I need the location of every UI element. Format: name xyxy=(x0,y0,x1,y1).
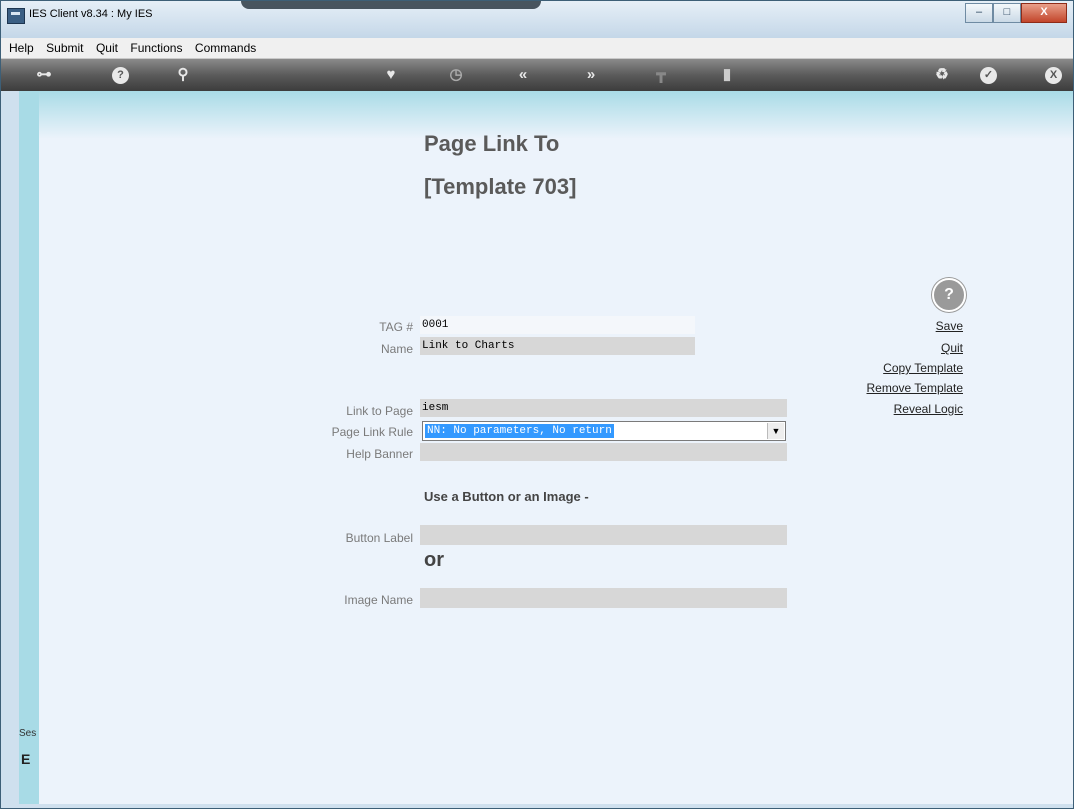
link-to-page-field[interactable]: iesm xyxy=(420,399,787,417)
minimize-button[interactable]: – xyxy=(965,3,993,23)
page-title: Page Link To xyxy=(424,131,560,156)
title-glare xyxy=(241,1,541,9)
use-button-or-image-text: Use a Button or an Image - xyxy=(424,489,589,504)
page-subtitle: [Template 703] xyxy=(424,174,577,199)
check-icon[interactable]: ✓ xyxy=(980,67,997,84)
tag-label: TAG # xyxy=(379,320,413,334)
maximize-button[interactable]: □ xyxy=(993,3,1021,23)
toolbar: ⊶ ? ⚲ ♥ ◷ « » ┳ ▮ ♻ ✓ X xyxy=(1,59,1073,91)
page-link-rule-select[interactable]: NN: No parameters, No return ▼ xyxy=(422,421,786,441)
or-text: or xyxy=(424,549,444,571)
menu-commands[interactable]: Commands xyxy=(195,41,256,55)
title-bar: IES Client v8.34 : My IES – □ X xyxy=(1,1,1073,38)
name-field[interactable]: Link to Charts xyxy=(420,337,695,355)
tag-field[interactable]: 0001 xyxy=(420,316,695,334)
recycle-icon[interactable]: ♻ xyxy=(931,66,953,84)
menu-bar: Help Submit Quit Functions Commands xyxy=(1,38,1073,59)
copy-template-link[interactable]: Copy Template xyxy=(883,361,963,375)
quit-link[interactable]: Quit xyxy=(941,341,963,355)
menu-help[interactable]: Help xyxy=(9,41,34,55)
reveal-logic-link[interactable]: Reveal Logic xyxy=(894,402,963,416)
page-link-rule-value: NN: No parameters, No return xyxy=(425,424,614,438)
session-tab[interactable]: Ses xyxy=(19,728,36,739)
button-label-label: Button Label xyxy=(345,531,413,545)
menu-quit[interactable]: Quit xyxy=(96,41,118,55)
button-label-field[interactable] xyxy=(420,525,787,545)
app-icon xyxy=(7,8,25,24)
window-title: IES Client v8.34 : My IES xyxy=(29,8,153,20)
heart-icon[interactable]: ♥ xyxy=(381,66,401,84)
image-name-field[interactable] xyxy=(420,588,787,608)
session-icon[interactable]: E xyxy=(21,751,30,767)
search-icon[interactable]: ⚲ xyxy=(173,66,193,84)
help-icon[interactable]: ? xyxy=(112,67,129,84)
tile-icon[interactable]: ▮ xyxy=(717,66,737,84)
key-icon[interactable]: ⊶ xyxy=(29,66,59,84)
image-name-label: Image Name xyxy=(344,593,413,607)
dropdown-arrow-icon[interactable]: ▼ xyxy=(767,423,784,439)
page-link-rule-label: Page Link Rule xyxy=(331,425,413,439)
close-window-button[interactable]: X xyxy=(1021,3,1067,23)
help-banner-field[interactable] xyxy=(420,443,787,461)
session-strip xyxy=(19,91,39,804)
clock-icon[interactable]: ◷ xyxy=(446,66,466,84)
menu-functions[interactable]: Functions xyxy=(130,41,182,55)
close-icon[interactable]: X xyxy=(1045,67,1062,84)
back-icon[interactable]: « xyxy=(511,66,535,84)
save-link[interactable]: Save xyxy=(936,319,963,333)
app-window: IES Client v8.34 : My IES – □ X Help Sub… xyxy=(0,0,1074,809)
link-to-page-label: Link to Page xyxy=(346,404,413,418)
help-circle-icon[interactable]: ? xyxy=(932,278,966,312)
help-banner-label: Help Banner xyxy=(346,447,413,461)
name-label: Name xyxy=(380,342,413,356)
remove-template-link[interactable]: Remove Template xyxy=(867,381,964,395)
menu-submit[interactable]: Submit xyxy=(46,41,83,55)
stand-icon[interactable]: ┳ xyxy=(651,66,671,84)
forward-icon[interactable]: » xyxy=(579,66,603,84)
